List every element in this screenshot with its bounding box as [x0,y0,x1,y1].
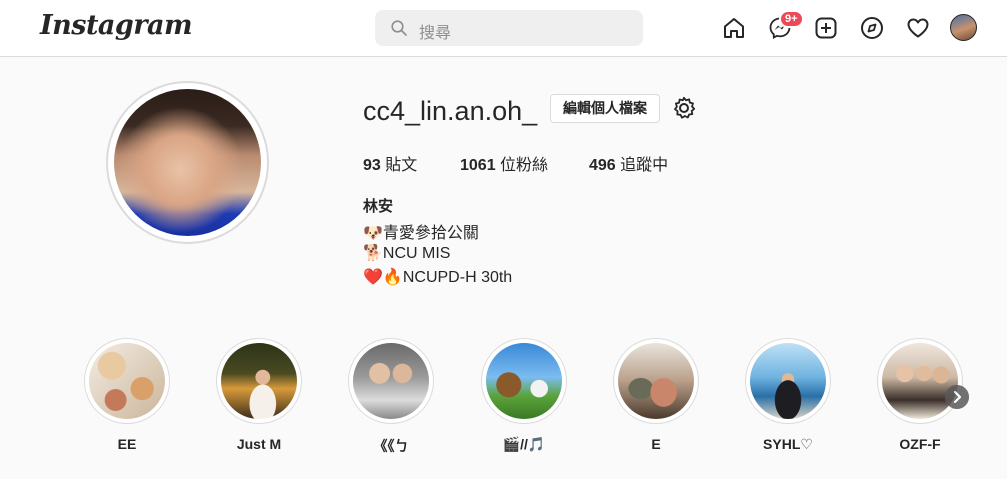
highlight-cover [216,338,302,424]
chevron-right-icon[interactable] [945,385,969,409]
highlight-label: E [651,436,661,452]
profile-photo [114,89,261,236]
highlight-label: SYHL♡ [763,436,813,452]
heart-icon[interactable] [906,16,930,40]
home-icon[interactable] [722,16,746,40]
highlight-cover [877,338,963,424]
highlight-cover [84,338,170,424]
highlight-item[interactable]: Just M [216,338,302,452]
highlight-image [221,343,297,419]
highlight-cover [348,338,434,424]
gear-icon[interactable] [672,96,696,120]
highlight-cover [613,338,699,424]
posts-label: 貼文 [385,157,418,174]
search-placeholder: 搜尋 [419,25,452,42]
following-label: 追蹤中 [620,157,669,174]
highlight-item[interactable]: SYHL♡ [745,338,831,452]
messages-badge: 9+ [779,10,804,28]
followers-label: 位粉絲 [500,157,549,174]
highlight-label: EE [117,436,137,452]
profile-full-name: 林安 [363,198,394,215]
highlight-label: Just M [236,436,282,452]
highlight-item[interactable]: 🎬//🎵 [481,338,567,452]
search-box[interactable]: 搜尋 [375,10,643,46]
highlight-image [486,343,562,419]
compass-icon[interactable] [860,16,884,40]
profile-picture[interactable] [106,81,269,244]
profile-avatar-nav[interactable] [950,14,977,41]
top-navigation-bar: Instagram 搜尋 9+ [0,0,1007,57]
bio-line: 🐶青愛參拾公關 [363,225,479,242]
posts-count: 93 [363,157,381,174]
highlight-image [89,343,165,419]
followers-count: 1061 [460,157,496,174]
highlight-item[interactable]: 《《ㄅ [348,338,434,454]
highlight-label: 🎬//🎵 [502,436,546,452]
highlight-image [750,343,826,419]
profile-username: cc4_lin.an.oh_ [363,96,538,126]
highlight-cover [745,338,831,424]
plus-square-icon[interactable] [814,16,838,40]
highlight-label: OZF-F [899,436,941,452]
instagram-logo[interactable]: Instagram [40,10,193,41]
highlight-image [618,343,694,419]
following-stat[interactable]: 496 追蹤中 [589,151,668,175]
highlight-label: 《《ㄅ [373,438,409,454]
posts-stat: 93 貼文 [363,151,417,175]
search-icon [391,20,407,36]
bio-line: ❤️🔥NCUPD-H 30th [363,269,513,286]
following-count: 496 [589,157,616,174]
highlight-item[interactable]: OZF-F [877,338,963,452]
highlight-item[interactable]: EE [84,338,170,452]
edit-profile-button[interactable]: 編輯個人檔案 [550,94,660,123]
highlight-image [353,343,429,419]
highlight-cover [481,338,567,424]
bio-line: 🐕NCU MIS [363,245,451,262]
followers-stat[interactable]: 1061 位粉絲 [460,151,548,175]
highlight-image [882,343,958,419]
highlight-item[interactable]: E [613,338,699,452]
